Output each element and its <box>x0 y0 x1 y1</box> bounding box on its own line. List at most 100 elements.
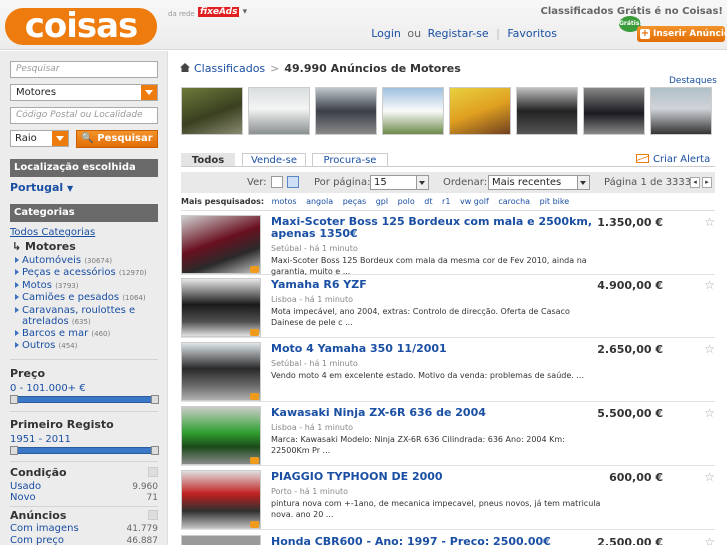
category-select[interactable]: Motores <box>10 84 158 101</box>
slider-handle-min[interactable] <box>10 446 18 455</box>
create-alert-link[interactable]: Criar Alerta <box>636 154 710 165</box>
search-input[interactable]: Pesquisar <box>10 61 158 78</box>
popular-search-link[interactable]: peças <box>343 197 366 206</box>
price-slider[interactable] <box>10 395 159 404</box>
with-price-link[interactable]: Com preço <box>10 535 64 545</box>
grid-view-icon[interactable] <box>287 176 299 188</box>
featured-thumb[interactable] <box>315 87 377 135</box>
subcategory-caravanas[interactable]: Caravanas, roulottes e atrelados (635) <box>15 305 152 328</box>
condition-usado[interactable]: Usado <box>10 481 41 492</box>
listing-item[interactable]: Moto 4 Yamaha 350 11/2001 2.650,00 € ☆ S… <box>181 340 715 402</box>
search-button[interactable]: 🔍 Pesquisar <box>76 130 158 148</box>
listing-image[interactable] <box>181 470 261 529</box>
subcategory-pecas[interactable]: Peças e acessórios (12970) <box>15 267 147 279</box>
listing-title[interactable]: Maxi-Scoter Boss 125 Bordeux com mala e … <box>271 216 601 240</box>
listing-description: pintura nova com +-1ano, de mecanica imp… <box>271 499 601 519</box>
slider-handle-max[interactable] <box>151 395 159 404</box>
listing-image[interactable] <box>181 215 261 274</box>
popular-search-link[interactable]: vw golf <box>460 197 489 206</box>
listing-price: 2.500,00 € <box>597 536 663 545</box>
postal-code-input[interactable]: Código Postal ou Localidade <box>10 107 158 124</box>
listing-item[interactable]: PIAGGIO TYPHOON DE 2000 600,00 € ☆ Porto… <box>181 468 715 530</box>
raio-select[interactable]: Raio <box>10 130 69 147</box>
list-view-icon[interactable] <box>271 176 283 188</box>
fixeads-logo[interactable]: fixeAds ▾ <box>198 7 247 17</box>
chevron-down-icon <box>52 131 68 146</box>
breadcrumb-root[interactable]: Classificados <box>194 62 265 75</box>
star-icon[interactable]: ☆ <box>704 470 715 484</box>
popular-search-link[interactable]: carocha <box>498 197 530 206</box>
breadcrumb: Classificados >49.990 Anúncios de Motores <box>180 62 461 75</box>
popular-search-link[interactable]: angola <box>306 197 333 206</box>
listing-title[interactable]: Moto 4 Yamaha 350 11/2001 <box>271 343 601 355</box>
featured-thumb[interactable] <box>516 87 578 135</box>
popular-searches: Mais pesquisados: motos angola peças gpl… <box>181 197 576 206</box>
tab-procura-se[interactable]: Procura-se <box>312 153 388 167</box>
insert-ad-button[interactable]: + Inserir Anúncio <box>637 26 727 42</box>
next-page-button[interactable]: ▸ <box>702 177 712 188</box>
view-label: Ver: <box>247 177 267 188</box>
location-value[interactable]: Portugal ▼ <box>10 181 73 194</box>
featured-thumb[interactable] <box>248 87 310 135</box>
listing-image[interactable] <box>181 342 261 401</box>
subcategory-barcos[interactable]: Barcos e mar (460) <box>15 328 110 340</box>
prev-page-button[interactable]: ◂ <box>690 177 700 188</box>
favorites-link[interactable]: Favoritos <box>507 27 557 40</box>
listing-title[interactable]: PIAGGIO TYPHOON DE 2000 <box>271 471 601 483</box>
tab-vende-se[interactable]: Vende-se <box>242 153 306 167</box>
collapse-icon[interactable] <box>148 510 158 520</box>
listing-image[interactable] <box>181 278 261 337</box>
registration-slider[interactable] <box>10 446 159 455</box>
mail-icon <box>636 154 649 163</box>
popular-search-link[interactable]: dt <box>424 197 432 206</box>
listing-title[interactable]: Kawasaki Ninja ZX-6R 636 de 2004 <box>271 407 601 419</box>
listing-description: Maxi-Scoter Boss 125 Bordeux com mala da… <box>271 256 587 276</box>
condition-novo-count: 71 <box>146 493 158 503</box>
slider-handle-min[interactable] <box>10 395 18 404</box>
subcategory-automoveis[interactable]: Automóveis (30674) <box>15 255 112 267</box>
star-icon[interactable]: ☆ <box>704 278 715 292</box>
popular-search-link[interactable]: motos <box>272 197 297 206</box>
featured-thumb[interactable] <box>449 87 511 135</box>
camera-icon <box>250 266 259 273</box>
featured-thumb[interactable] <box>650 87 712 135</box>
listing-item[interactable]: Maxi-Scoter Boss 125 Bordeux com mala e … <box>181 213 715 276</box>
subcategory-camioes[interactable]: Camiões e pesados (1064) <box>15 292 146 304</box>
home-icon[interactable] <box>180 63 190 72</box>
featured-thumb[interactable] <box>583 87 645 135</box>
destaques-link[interactable]: Destaques <box>669 76 717 86</box>
star-icon[interactable]: ☆ <box>704 406 715 420</box>
listing-item[interactable]: Honda CBR600 - Ano: 1997 - Preço: 2500,0… <box>181 533 715 545</box>
coisas-logo[interactable]: coisas <box>5 8 157 45</box>
popular-search-link[interactable]: gpl <box>376 197 388 206</box>
condition-novo[interactable]: Novo <box>10 492 36 503</box>
listing-item[interactable]: Yamaha R6 YZF 4.900,00 € ☆ Lisboa - há 1… <box>181 276 715 338</box>
listing-item[interactable]: Kawasaki Ninja ZX-6R 636 de 2004 5.500,0… <box>181 404 715 466</box>
listing-price: 1.350,00 € <box>597 216 663 229</box>
featured-thumb[interactable] <box>181 87 243 135</box>
with-images-count: 41.779 <box>126 524 159 534</box>
all-categories-link[interactable]: Todos Categorias <box>10 227 95 238</box>
star-icon[interactable]: ☆ <box>704 535 715 545</box>
login-link[interactable]: Login <box>371 27 401 40</box>
star-icon[interactable]: ☆ <box>704 342 715 356</box>
slider-handle-max[interactable] <box>151 446 159 455</box>
popular-search-link[interactable]: pit bike <box>540 197 570 206</box>
per-page-select[interactable]: 15 <box>370 175 429 190</box>
listing-title[interactable]: Yamaha R6 YZF <box>271 279 601 291</box>
collapse-icon[interactable] <box>148 467 158 477</box>
listing-image[interactable] <box>181 406 261 465</box>
listing-image[interactable] <box>181 535 261 545</box>
register-link[interactable]: Registar-se <box>428 27 489 40</box>
sort-select[interactable]: Mais recentes <box>488 175 590 190</box>
subcategory-outros[interactable]: Outros (454) <box>15 340 77 352</box>
divider <box>10 506 158 507</box>
star-icon[interactable]: ☆ <box>704 215 715 229</box>
popular-search-link[interactable]: polo <box>398 197 415 206</box>
listing-title[interactable]: Honda CBR600 - Ano: 1997 - Preço: 2500,0… <box>271 536 601 545</box>
subcategory-motos[interactable]: Motos (3793) <box>15 280 78 292</box>
featured-thumb[interactable] <box>382 87 444 135</box>
with-images-link[interactable]: Com imagens <box>10 523 79 534</box>
tab-todos[interactable]: Todos <box>181 153 235 167</box>
popular-search-link[interactable]: r1 <box>442 197 450 206</box>
